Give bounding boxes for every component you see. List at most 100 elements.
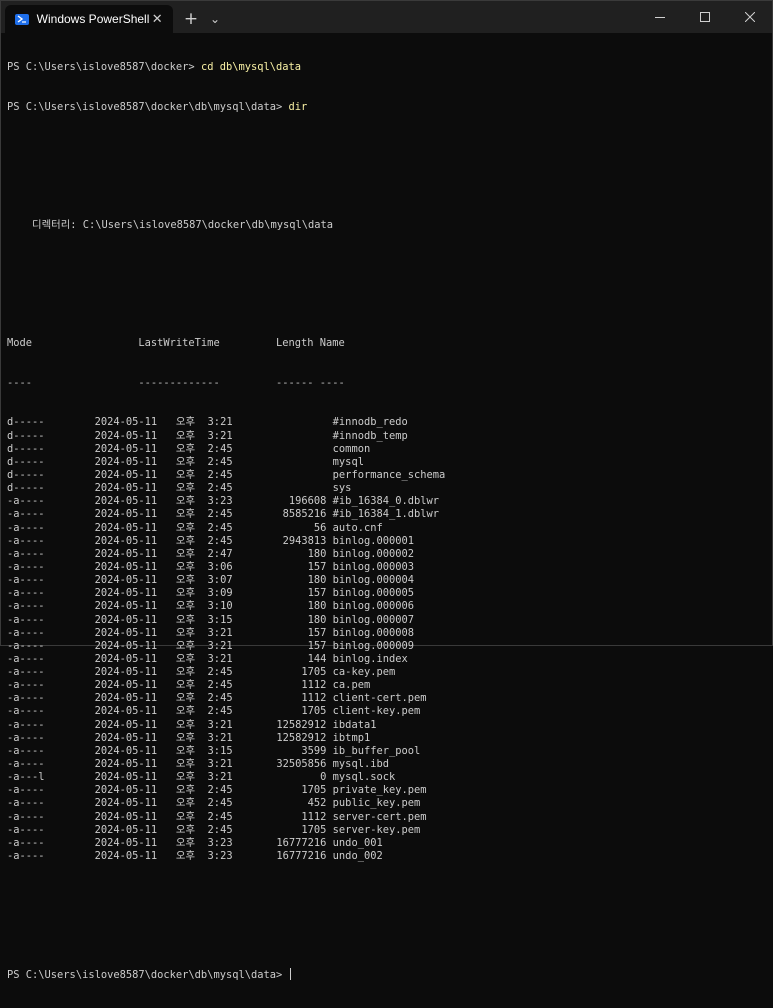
table-row: -a---- 2024-05-11 오후 3:09 157 binlog.000… [7, 587, 764, 600]
row-time: 3:21 [201, 771, 233, 784]
row-date: 2024-05-11 [94, 758, 176, 771]
row-mode: -a---- [7, 692, 95, 705]
prompt-line[interactable]: PS C:\Users\islove8587\docker\db\mysql\d… [7, 968, 764, 981]
row-length [233, 416, 333, 428]
terminal-output[interactable]: PS C:\Users\islove8587\docker> cd db\mys… [7, 35, 764, 981]
row-mode: -a---- [7, 823, 95, 836]
row-mode: -a---- [7, 600, 95, 613]
row-length: 16777216 [232, 850, 333, 863]
row-time: 2:45 [201, 679, 233, 692]
maximize-button[interactable] [682, 1, 727, 33]
minimize-button[interactable] [637, 1, 682, 33]
table-row: -a---- 2024-05-11 오후 3:21 12582912 ibtmp… [7, 732, 764, 745]
close-window-button[interactable] [727, 1, 772, 33]
row-time: 2:45 [201, 666, 233, 679]
row-mode: -a---- [7, 626, 95, 639]
table-row: -a---- 2024-05-11 오후 2:45 452 public_key… [7, 797, 764, 810]
row-length: 1112 [232, 810, 333, 823]
row-ampm: 오후 [175, 784, 202, 797]
row-name: #ib_16384_0.dblwr [332, 495, 440, 508]
text-cursor [289, 968, 291, 981]
row-name: #innodb_temp [332, 429, 408, 442]
row-date: 2024-05-11 [94, 666, 176, 679]
tab-title: Windows PowerShell [36, 12, 150, 26]
row-time: 3:15 [201, 744, 233, 757]
table-row: d----- 2024-05-11 오후 3:21 #innodb_redo [7, 416, 764, 429]
row-time: 2:45 [201, 797, 233, 810]
row-time: 2:45 [201, 482, 233, 495]
row-ampm: 오후 [175, 666, 202, 679]
row-name: server-cert.pem [332, 810, 427, 823]
row-ampm: 오후 [175, 679, 202, 692]
row-time: 2:47 [201, 547, 233, 560]
row-date: 2024-05-11 [94, 442, 176, 455]
row-length: 3599 [232, 744, 333, 757]
row-date: 2024-05-11 [94, 836, 176, 849]
row-name: performance_schema [332, 468, 446, 481]
table-row: d----- 2024-05-11 오후 2:45 mysql [7, 456, 764, 469]
row-mode: d----- [7, 468, 95, 481]
row-mode: -a---- [7, 521, 95, 534]
row-time: 3:21 [201, 718, 233, 731]
row-mode: -a---- [7, 784, 95, 797]
row-name: undo_002 [332, 850, 383, 863]
row-time: 2:45 [201, 705, 233, 718]
row-ampm: 오후 [175, 718, 202, 731]
row-time: 3:10 [201, 600, 233, 613]
row-mode: d----- [7, 482, 95, 495]
row-length: 0 [232, 771, 333, 784]
row-date: 2024-05-11 [94, 679, 176, 692]
row-ampm: 오후 [175, 758, 202, 771]
table-row: -a---- 2024-05-11 오후 3:07 180 binlog.000… [7, 574, 764, 587]
table-row: -a---- 2024-05-11 오후 3:21 12582912 ibdat… [7, 719, 764, 732]
row-length: 1705 [232, 784, 333, 797]
row-time: 3:23 [201, 836, 233, 849]
row-time: 3:21 [201, 652, 233, 665]
tab-dropdown-button[interactable]: ⌄ [203, 5, 227, 33]
row-name: mysql.ibd [332, 758, 389, 771]
row-date: 2024-05-11 [94, 600, 176, 613]
row-time: 3:21 [201, 416, 233, 429]
row-ampm: 오후 [175, 692, 202, 705]
command-text: dir [288, 100, 308, 113]
table-row: -a---- 2024-05-11 오후 3:06 157 binlog.000… [7, 561, 764, 574]
row-mode: d----- [7, 455, 95, 468]
row-date: 2024-05-11 [94, 587, 176, 600]
row-ampm: 오후 [175, 521, 202, 534]
row-length: 180 [232, 574, 333, 587]
row-time: 2:45 [201, 784, 233, 797]
new-tab-button[interactable]: + [179, 5, 203, 33]
row-time: 3:21 [201, 429, 233, 442]
row-length: 16777216 [232, 836, 333, 849]
row-name: binlog.000007 [332, 613, 414, 626]
row-mode: -a---- [7, 850, 95, 863]
row-mode: -a---- [7, 587, 95, 600]
row-date: 2024-05-11 [94, 810, 176, 823]
row-length: 1705 [232, 823, 333, 836]
row-time: 3:21 [201, 731, 233, 744]
row-name: client-cert.pem [332, 692, 427, 705]
table-row: -a---- 2024-05-11 오후 2:45 1705 client-ke… [7, 705, 764, 718]
row-date: 2024-05-11 [94, 613, 176, 626]
row-length: 12582912 [232, 731, 333, 744]
row-date: 2024-05-11 [94, 705, 176, 718]
close-tab-icon[interactable]: ✕ [149, 11, 165, 27]
row-ampm: 오후 [175, 771, 202, 784]
row-mode: -a---- [7, 718, 95, 731]
row-date: 2024-05-11 [94, 850, 176, 863]
row-ampm: 오후 [175, 836, 202, 849]
row-mode: -a---- [7, 574, 95, 587]
row-name: binlog.000001 [332, 534, 414, 547]
table-row: -a---- 2024-05-11 오후 3:23 16777216 undo_… [7, 837, 764, 850]
row-date: 2024-05-11 [94, 416, 176, 429]
row-length: 1705 [232, 666, 333, 679]
row-name: ca.pem [332, 679, 371, 692]
row-ampm: 오후 [175, 560, 202, 573]
table-row: -a---- 2024-05-11 오후 3:21 157 binlog.000… [7, 627, 764, 640]
row-mode: -a---- [7, 495, 95, 508]
row-mode: -a---- [7, 613, 95, 626]
row-name: binlog.000002 [332, 547, 414, 560]
tab-windows-powershell[interactable]: Windows PowerShell ✕ [5, 5, 173, 33]
powershell-icon [15, 13, 29, 25]
row-date: 2024-05-11 [94, 797, 176, 810]
